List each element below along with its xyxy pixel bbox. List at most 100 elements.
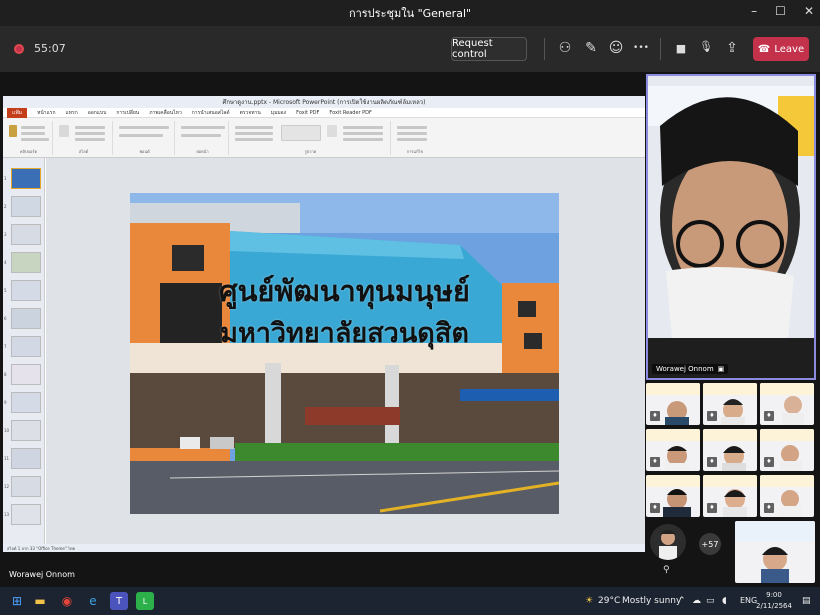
weather-temp[interactable]: 29°C — [598, 596, 620, 606]
teams-icon[interactable]: T — [110, 592, 128, 610]
presenter-name: Worawej Onnom — [9, 569, 75, 579]
internet-explorer-icon[interactable]: e — [84, 592, 102, 610]
ppt-tab-home[interactable]: หน้าแรก — [37, 109, 55, 117]
slide-thumbnail[interactable] — [11, 364, 41, 385]
ribbon-group-label: การแก้ไข — [406, 149, 424, 154]
toolbar-divider — [544, 38, 545, 60]
participant-badge: ♦ — [707, 503, 717, 513]
slide-thumbnail[interactable] — [11, 308, 41, 329]
line-app-icon[interactable]: L — [136, 592, 154, 610]
participant-tile[interactable]: ♦ — [760, 475, 814, 517]
meeting-toolbar: 55:07 Request control ⚇ ✎ ☺ ••• ■ 🎙 ⇪ ☎ … — [0, 26, 820, 72]
ppt-ribbon-tabs: แฟ้ม หน้าแรก แทรก ออกแบบ การเปลี่ยน ภาพเ… — [3, 107, 645, 118]
participants-icon[interactable]: ⚇ — [556, 40, 574, 56]
speaker-video-tile[interactable]: Worawej Onnom ▣ — [646, 74, 816, 380]
window-title: การประชุมใน "General" — [348, 7, 472, 20]
participant-badge: ♦ — [764, 411, 774, 421]
ribbon-group-label: คลิปบอร์ด — [19, 149, 38, 154]
file-explorer-icon[interactable]: ▬ — [31, 592, 49, 610]
self-avatar[interactable] — [650, 524, 686, 560]
slide-thumbnail[interactable] — [11, 392, 41, 413]
battery-icon[interactable]: ▭ — [706, 596, 715, 606]
ppt-tab-design[interactable]: ออกแบบ — [88, 109, 107, 117]
share-icon[interactable]: ⇪ — [723, 40, 741, 56]
camera-icon[interactable]: ■ — [672, 42, 690, 55]
volume-icon[interactable]: ◖ — [722, 596, 727, 606]
speaker-video-feed — [648, 76, 814, 378]
speaker-name: Worawej Onnom — [656, 365, 714, 373]
taskbar-clock[interactable]: 9:00 2/11/2564 — [752, 590, 796, 612]
thumbnail-number: 12 — [4, 484, 10, 489]
slide-thumbnail[interactable] — [11, 224, 41, 245]
ppt-tab-animations[interactable]: ภาพเคลื่อนไหว — [149, 109, 182, 117]
slide-thumbnail[interactable] — [11, 448, 41, 469]
slide-thumbnail[interactable] — [11, 476, 41, 497]
mic-off-icon[interactable]: 🎙 — [697, 40, 715, 53]
ribbon-group-label: ฟอนต์ — [139, 149, 150, 154]
slide-thumbnail[interactable] — [11, 336, 41, 357]
ribbon-group-paragraph: ย่อหน้า — [177, 121, 229, 155]
reactions-icon[interactable]: ☺ — [607, 40, 625, 56]
participant-tile[interactable]: ♦ — [646, 383, 700, 425]
maximize-button[interactable]: ☐ — [775, 4, 786, 18]
chrome-icon[interactable]: ◉ — [58, 592, 76, 610]
ribbon-group-editing: การแก้ไข — [393, 121, 437, 155]
slide-thumbnail[interactable] — [11, 196, 41, 217]
thumbnail-number: 11 — [4, 456, 10, 461]
screen-share-icon: ▣ — [717, 365, 725, 373]
ribbon-group-slides: สไลด์ — [55, 121, 113, 155]
request-control-button[interactable]: Request control — [451, 37, 527, 61]
clock-date: 2/11/2564 — [756, 602, 792, 610]
participant-badge: ♦ — [707, 457, 717, 467]
participant-tile[interactable]: ♦ — [703, 383, 757, 425]
ppt-tab-transitions[interactable]: การเปลี่ยน — [116, 109, 139, 117]
participant-tile[interactable]: ♦ — [703, 429, 757, 471]
ppt-tab-insert[interactable]: แทรก — [66, 109, 78, 117]
thumbnail-number: 5 — [4, 288, 7, 293]
chat-icon[interactable]: ✎ — [582, 40, 600, 56]
network-icon[interactable]: ☁ — [692, 596, 701, 606]
slide-thumbnail[interactable] — [11, 252, 41, 273]
close-button[interactable]: ✕ — [804, 4, 814, 18]
ppt-tab-view[interactable]: มุมมอง — [271, 109, 286, 117]
participant-tile[interactable]: ♦ — [646, 429, 700, 471]
leave-label: Leave — [774, 43, 805, 55]
ppt-titlebar: ศึกษาดูงาน.pptx - Microsoft PowerPoint (… — [3, 96, 645, 108]
slide-thumbnail[interactable] — [11, 280, 41, 301]
participant-badge: ♦ — [650, 457, 660, 467]
ribbon-group-label: ย่อหน้า — [196, 149, 209, 154]
ribbon-group-clipboard: คลิปบอร์ด — [5, 121, 53, 155]
ppt-tab-foxit-reader[interactable]: Foxit Reader PDF — [329, 110, 372, 116]
ppt-tab-file[interactable]: แฟ้ม — [7, 107, 28, 118]
slide-thumbnail[interactable] — [11, 420, 41, 441]
windows-start-icon[interactable]: ⊞ — [8, 592, 26, 610]
weather-text[interactable]: Mostly sunny — [622, 596, 681, 606]
tray-chevron-icon[interactable]: ⌃ — [678, 596, 686, 606]
thumbnail-number: 6 — [4, 316, 7, 321]
window-controls: – ☐ ✕ — [751, 4, 814, 18]
participant-tile[interactable]: ♦ — [760, 383, 814, 425]
participant-tile[interactable]: ♦ — [703, 475, 757, 517]
more-participants-button[interactable]: +57 — [699, 533, 721, 555]
thumbnail-number: 2 — [4, 204, 7, 209]
participant-badge: ♦ — [650, 411, 660, 421]
recording-icon — [14, 44, 24, 54]
thumbnail-number: 7 — [4, 344, 7, 349]
participant-badge: ♦ — [707, 411, 717, 421]
ribbon-group-font: ฟอนต์ — [115, 121, 175, 155]
ppt-tab-review[interactable]: ตรวจทาน — [240, 109, 261, 117]
participant-tile[interactable] — [735, 521, 815, 583]
minimize-button[interactable]: – — [751, 4, 757, 18]
ppt-tab-slideshow[interactable]: การนำเสนอสไลด์ — [192, 109, 230, 117]
slide-title-line-1: ศูนย์พัฒนาทุนมนุษย์ — [219, 274, 470, 308]
leave-button[interactable]: ☎ Leave — [753, 37, 809, 61]
ppt-tab-foxit-pdf[interactable]: Foxit PDF — [296, 110, 319, 116]
windows-taskbar: ⊞ ▬ ◉ e T L ☀ 29°C Mostly sunny ⌃ ☁ ▭ ◖ … — [0, 587, 820, 615]
notifications-icon[interactable]: ▤ — [802, 596, 811, 606]
current-slide: ศูนย์พัฒนาทุนมนุษย์ มหาวิทยาลัยสวนดุสิต — [130, 193, 559, 514]
slide-thumbnail[interactable] — [11, 168, 41, 189]
participant-tile[interactable]: ♦ — [646, 475, 700, 517]
more-options-icon[interactable]: ••• — [632, 43, 650, 53]
participant-tile[interactable]: ♦ — [760, 429, 814, 471]
slide-thumbnail[interactable] — [11, 504, 41, 525]
